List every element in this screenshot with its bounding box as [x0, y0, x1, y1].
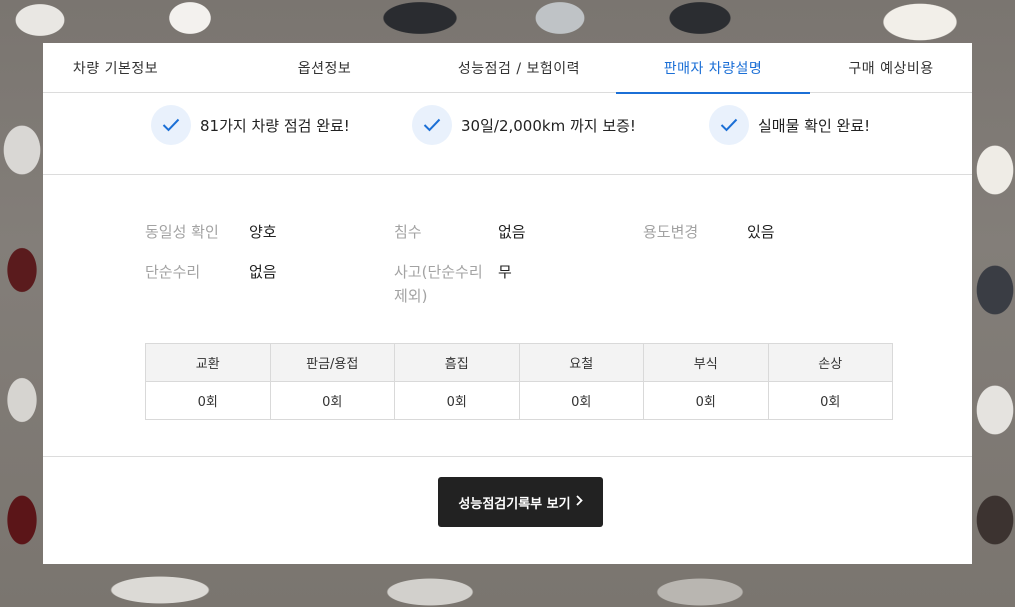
tab-options[interactable]: 옵션정보	[227, 43, 422, 93]
value-scratch: 0회	[394, 381, 520, 420]
accident-label-line1: 사고(단순수리	[394, 263, 483, 281]
view-inspection-report-button[interactable]: 성능점검기록부 보기	[438, 477, 603, 527]
value-sheet-metal-welding: 0회	[269, 381, 395, 420]
value-damage: 0회	[767, 381, 893, 420]
value-replacement: 0회	[145, 381, 271, 420]
tab-basic-info[interactable]: 차량 기본정보	[43, 43, 188, 93]
accident-value: 무	[498, 263, 512, 281]
header-scratch: 흠집	[394, 343, 520, 382]
tab-seller-description[interactable]: 판매자 차량설명	[616, 43, 810, 94]
value-corrosion: 0회	[643, 381, 769, 420]
identity-value: 양호	[249, 223, 277, 241]
table-header-row: 교환 판금/용접 흠집 요철 부식 손상	[145, 343, 893, 382]
header-replacement: 교환	[145, 343, 271, 382]
button-label: 성능점검기록부 보기	[458, 496, 571, 512]
guarantee-text: 실매물 확인 완료!	[758, 116, 871, 135]
flood-label: 침수	[394, 223, 422, 241]
guarantee-inspection: 81가지 차량 점검 완료!	[151, 105, 350, 145]
check-icon	[412, 105, 452, 145]
usage-change-value: 있음	[747, 223, 775, 241]
header-corrosion: 부식	[643, 343, 769, 382]
value-dent: 0회	[518, 381, 644, 420]
check-icon	[709, 105, 749, 145]
tab-expected-cost[interactable]: 구매 예상비용	[810, 43, 972, 93]
chevron-right-icon	[575, 494, 583, 510]
header-dent: 요철	[518, 343, 644, 382]
vehicle-detail-panel: 차량 기본정보 옵션정보 성능점검 / 보험이력 판매자 차량설명 구매 예상비…	[43, 43, 972, 564]
simple-repair-value: 없음	[249, 263, 277, 281]
guarantee-strip: 81가지 차량 점검 완료! 30일/2,000km 까지 보증! 실매물 확인…	[43, 93, 972, 175]
guarantee-real-listing: 실매물 확인 완료!	[709, 105, 870, 145]
identity-label: 동일성 확인	[145, 223, 219, 241]
usage-change-label: 용도변경	[643, 223, 699, 241]
flood-value: 없음	[498, 223, 526, 241]
header-damage: 손상	[767, 343, 893, 382]
table-row: 0회 0회 0회 0회 0회 0회	[145, 381, 893, 420]
guarantee-text: 81가지 차량 점검 완료!	[200, 116, 350, 135]
repair-history-table: 교환 판금/용접 흠집 요철 부식 손상 0회 0회 0회 0회 0회 0회	[145, 343, 893, 420]
tab-inspection-insurance[interactable]: 성능점검 / 보험이력	[422, 43, 616, 93]
guarantee-text: 30일/2,000km 까지 보증!	[461, 116, 636, 135]
simple-repair-label: 단순수리	[145, 263, 201, 281]
tab-bar: 차량 기본정보 옵션정보 성능점검 / 보험이력 판매자 차량설명 구매 예상비…	[43, 43, 972, 94]
check-icon	[151, 105, 191, 145]
guarantee-warranty: 30일/2,000km 까지 보증!	[412, 105, 636, 145]
accident-label-line2: 제외)	[394, 287, 428, 305]
header-sheet-metal-welding: 판금/용접	[269, 343, 395, 382]
divider	[43, 456, 972, 457]
